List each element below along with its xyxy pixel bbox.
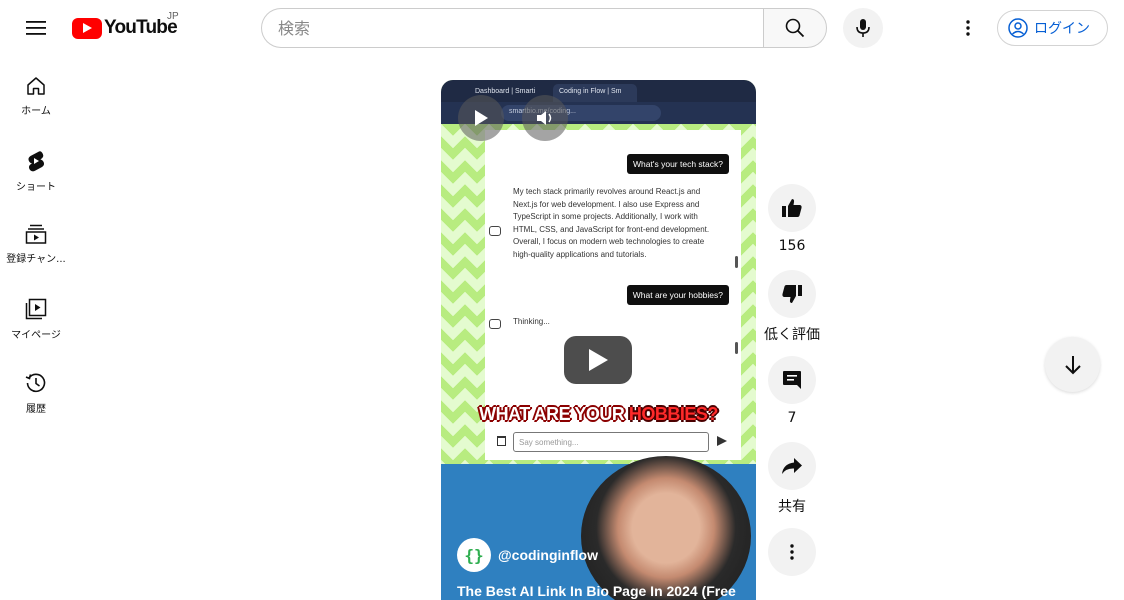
- dislike-label: 低く評価: [764, 327, 820, 343]
- library-icon: [25, 298, 47, 320]
- sidebar-item-history[interactable]: 履歴: [4, 352, 68, 426]
- user-message: What's your tech stack?: [627, 154, 729, 174]
- dislike-action: 低く評価: [764, 270, 820, 344]
- next-video-button[interactable]: [1045, 337, 1100, 392]
- search-input[interactable]: [278, 18, 764, 38]
- more-vertical-icon: [966, 20, 970, 36]
- sidebar-item-subscriptions[interactable]: 登録チャン...: [4, 204, 68, 278]
- like-button[interactable]: [768, 184, 816, 232]
- arrow-down-icon: [1064, 355, 1081, 374]
- action-bar: 156 低く評価 7 共有: [764, 184, 820, 576]
- bot-message: My tech stack primarily revolves around …: [513, 187, 710, 259]
- more-vertical-icon: [790, 544, 794, 560]
- settings-more-button[interactable]: [948, 8, 988, 48]
- comment-icon: [783, 371, 801, 389]
- play-pause-button[interactable]: [458, 95, 504, 141]
- presenter-panel: {} @codinginflow The Best AI Link In Bio…: [441, 456, 756, 600]
- chat-scrollbar: [735, 342, 738, 354]
- thumbs-down-icon: [782, 285, 802, 303]
- dislike-button[interactable]: [768, 270, 816, 318]
- menu-button[interactable]: [16, 8, 56, 48]
- channel-handle[interactable]: @codinginflow: [498, 547, 598, 563]
- account-icon: [1008, 18, 1028, 38]
- sidebar-item-label: ショート: [16, 182, 56, 193]
- like-action: 156: [767, 184, 817, 258]
- voice-search-button[interactable]: [843, 8, 883, 48]
- search-box: [261, 8, 764, 48]
- chat-scrollbar: [735, 256, 738, 268]
- sidebar-item-label: 履歴: [26, 404, 46, 415]
- robot-icon: [489, 226, 501, 236]
- share-button[interactable]: [768, 442, 816, 490]
- large-play-button[interactable]: [564, 336, 632, 384]
- home-icon: [27, 77, 45, 95]
- send-icon: [717, 436, 727, 446]
- channel-avatar[interactable]: {}: [457, 538, 491, 572]
- sidebar-item-home[interactable]: ホーム: [4, 56, 68, 130]
- login-button[interactable]: ログイン: [997, 10, 1108, 46]
- search-button[interactable]: [763, 8, 827, 48]
- sidebar-item-label: ホーム: [21, 106, 51, 117]
- mini-guide: ホーム ショート 登録チャン... マイページ 履歴: [4, 56, 68, 426]
- presenter-image: [581, 456, 751, 600]
- search-icon: [785, 18, 805, 38]
- play-icon: [475, 110, 488, 126]
- video-caption: WHAT ARE YOUR HOBBIES?: [441, 404, 756, 425]
- caption-text: WHAT ARE YOUR: [479, 404, 629, 424]
- youtube-play-icon: [72, 17, 102, 39]
- logo-text: YouTube: [104, 17, 178, 38]
- masthead: YouTube JP ログイン: [0, 0, 1124, 56]
- play-icon: [589, 349, 608, 371]
- history-icon: [25, 373, 46, 393]
- shorts-icon: [28, 151, 45, 172]
- caption-text-highlight: HOBBIES?: [628, 404, 719, 424]
- chat-input: Say something...: [513, 432, 709, 452]
- youtube-logo[interactable]: YouTube JP: [72, 11, 179, 42]
- sidebar-item-shorts[interactable]: ショート: [4, 130, 68, 204]
- comment-count: 7: [787, 410, 797, 426]
- channel-info[interactable]: {} @codinginflow: [457, 538, 598, 572]
- bot-thinking: Thinking...: [513, 317, 550, 326]
- comment-button[interactable]: [768, 356, 816, 404]
- microphone-icon: [856, 19, 870, 37]
- trash-icon: [497, 436, 506, 446]
- video-title[interactable]: The Best AI Link In Bio Page In 2024 (Fr…: [457, 583, 752, 599]
- share-action: 共有: [767, 442, 817, 516]
- login-label: ログイン: [1034, 21, 1090, 37]
- sidebar-item-library[interactable]: マイページ: [4, 278, 68, 352]
- hamburger-icon: [26, 21, 46, 35]
- mute-button[interactable]: [522, 95, 568, 141]
- thumbs-up-icon: [782, 199, 802, 217]
- more-actions-button[interactable]: [768, 528, 816, 576]
- robot-icon: [489, 319, 501, 329]
- subscriptions-icon: [25, 224, 47, 244]
- share-label: 共有: [778, 499, 806, 515]
- browser-tab-active: Coding in Flow | Sm: [553, 84, 637, 102]
- like-count: 156: [778, 238, 806, 254]
- share-icon: [782, 458, 802, 474]
- sidebar-item-label: マイページ: [11, 330, 61, 341]
- comment-action: 7: [767, 356, 817, 430]
- sidebar-item-label: 登録チャン...: [6, 254, 66, 265]
- shorts-video-player[interactable]: Dashboard | Smarti Coding in Flow | Sm s…: [441, 80, 756, 600]
- user-message: What are your hobbies?: [626, 285, 729, 305]
- region-code: JP: [167, 11, 179, 22]
- volume-icon: [537, 111, 552, 125]
- more-actions: [767, 528, 817, 576]
